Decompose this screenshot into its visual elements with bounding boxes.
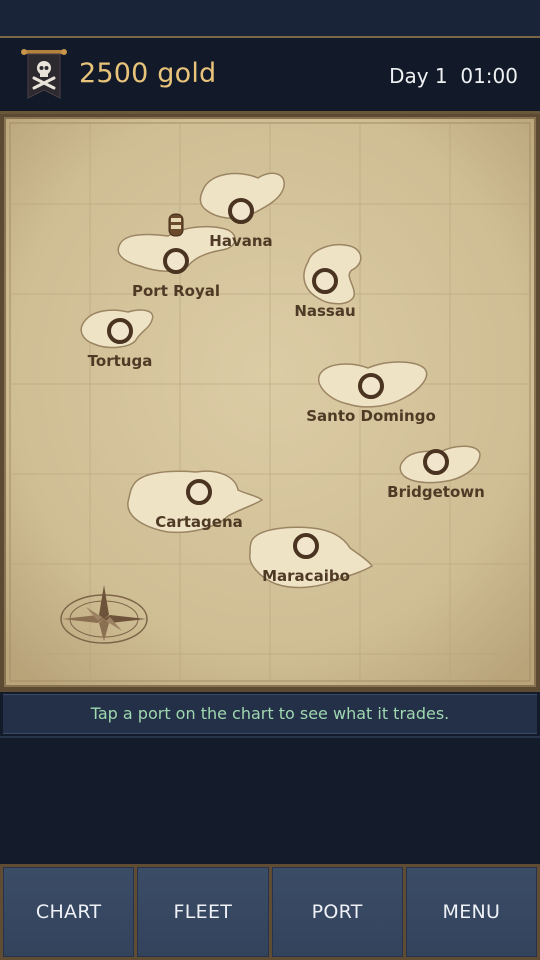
port-label-tortuga[interactable]: Tortuga bbox=[88, 352, 153, 370]
day-clock: Day 1 01:00 bbox=[389, 64, 518, 88]
port-marker-port-royal[interactable] bbox=[163, 248, 189, 274]
jolly-roger-icon bbox=[20, 42, 68, 104]
hint-bar: Tap a port on the chart to see what it t… bbox=[3, 694, 537, 734]
port-marker-maracaibo[interactable] bbox=[293, 533, 319, 559]
tab-fleet[interactable]: FLEET bbox=[137, 867, 269, 957]
header-bar: 2500 gold Day 1 01:00 bbox=[0, 36, 540, 114]
port-label-nassau[interactable]: Nassau bbox=[294, 302, 355, 320]
port-label-cartagena[interactable]: Cartagena bbox=[155, 513, 243, 531]
port-label-bridgetown[interactable]: Bridgetown bbox=[387, 483, 485, 501]
port-marker-havana[interactable] bbox=[228, 198, 254, 224]
gold-counter: 2500 gold bbox=[79, 58, 217, 89]
port-label-havana[interactable]: Havana bbox=[209, 232, 272, 250]
status-strip bbox=[0, 0, 540, 36]
port-marker-bridgetown[interactable] bbox=[423, 449, 449, 475]
port-marker-nassau[interactable] bbox=[312, 268, 338, 294]
port-label-maracaibo[interactable]: Maracaibo bbox=[262, 567, 350, 585]
port-marker-tortuga[interactable] bbox=[107, 318, 133, 344]
bottom-tab-bar: CHART FLEET PORT MENU bbox=[0, 864, 540, 960]
port-marker-cartagena[interactable] bbox=[186, 479, 212, 505]
tab-menu[interactable]: MENU bbox=[405, 867, 537, 957]
port-label-santo-domingo[interactable]: Santo Domingo bbox=[306, 407, 436, 425]
port-marker-santo-domingo[interactable] bbox=[358, 373, 384, 399]
player-ship-icon[interactable] bbox=[168, 213, 184, 237]
port-info-panel bbox=[0, 736, 540, 862]
sea-chart[interactable]: Havana Port Royal Nassau Tortuga Santo D… bbox=[0, 114, 540, 692]
port-label-port-royal[interactable]: Port Royal bbox=[132, 282, 220, 300]
tab-chart[interactable]: CHART bbox=[3, 867, 135, 957]
tab-port[interactable]: PORT bbox=[271, 867, 403, 957]
